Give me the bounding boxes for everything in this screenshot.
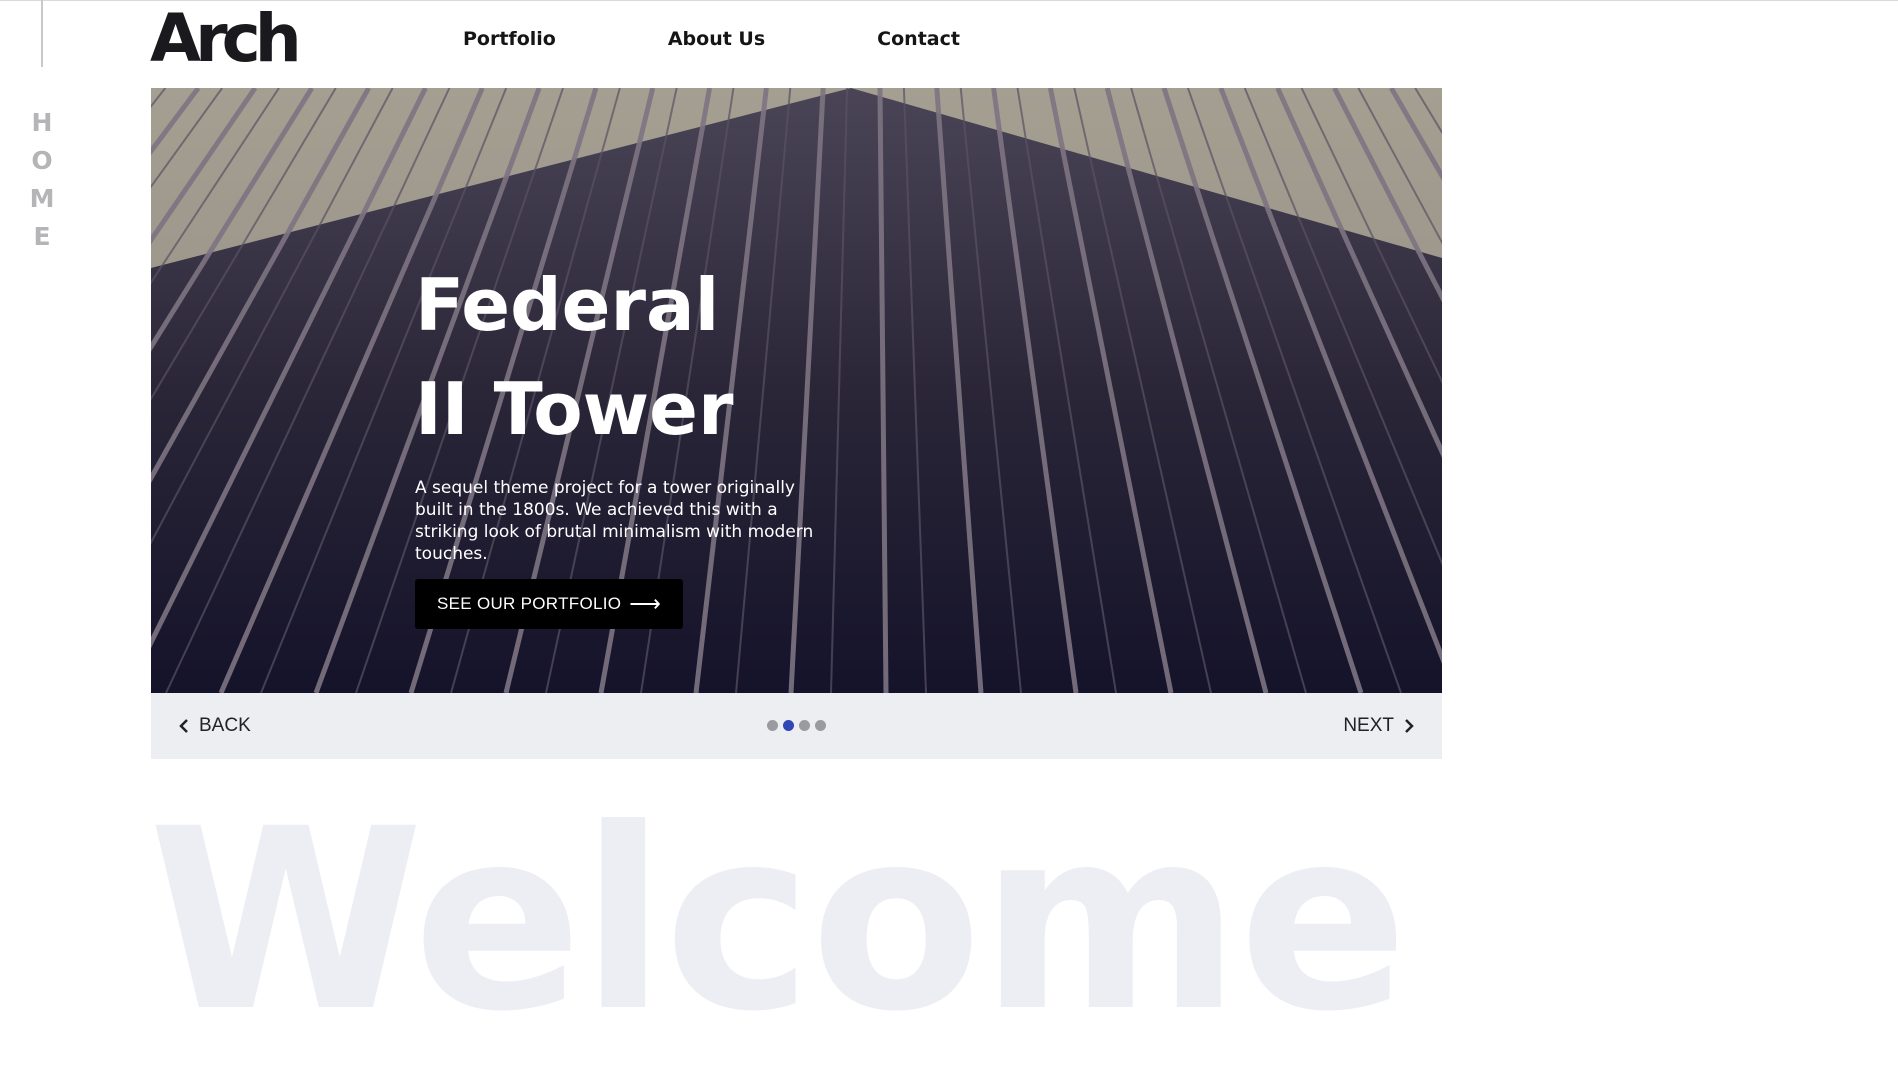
slide-dot-3[interactable] <box>799 720 810 731</box>
side-label-letter: O <box>31 146 53 175</box>
welcome-heading: Welcome <box>148 775 1408 1066</box>
back-button[interactable]: BACK <box>179 715 251 737</box>
slide-dot-4[interactable] <box>815 720 826 731</box>
chevron-right-icon <box>1405 719 1414 733</box>
hero-description: A sequel theme project for a tower origi… <box>415 478 814 564</box>
hero-slide: Federal II Tower A sequel theme project … <box>151 88 1442 693</box>
main-nav: Portfolio About Us Contact <box>463 22 1072 56</box>
side-rail-line <box>41 0 43 67</box>
next-button[interactable]: NEXT <box>1343 715 1414 737</box>
side-label-letter: E <box>33 222 51 251</box>
arrow-right-icon: ⟶ <box>629 591 662 616</box>
side-section-label: H O M E <box>29 104 55 256</box>
side-label-letter: H <box>31 108 53 137</box>
logo[interactable]: Arch <box>150 4 302 74</box>
next-label: NEXT <box>1343 715 1394 736</box>
hero-title: Federal II Tower <box>415 263 734 451</box>
nav-contact[interactable]: Contact <box>877 22 960 56</box>
see-portfolio-button[interactable]: SEE OUR PORTFOLIO ⟶ <box>415 579 684 629</box>
nav-about-us[interactable]: About Us <box>668 22 765 56</box>
back-label: BACK <box>199 715 251 736</box>
slide-dot-2[interactable] <box>783 720 794 731</box>
nav-portfolio[interactable]: Portfolio <box>463 22 556 56</box>
slide-dot-1[interactable] <box>767 720 778 731</box>
cta-label: SEE OUR PORTFOLIO <box>437 594 622 613</box>
hero-content: Federal II Tower A sequel theme project … <box>415 253 835 629</box>
slide-dots <box>767 720 826 731</box>
slider-controls: BACK NEXT <box>151 693 1442 759</box>
chevron-left-icon <box>179 719 188 733</box>
side-label-letter: M <box>29 184 55 213</box>
